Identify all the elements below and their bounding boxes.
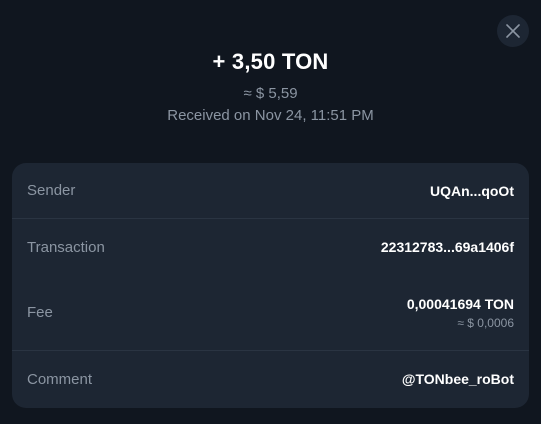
sender-label: Sender (27, 182, 76, 199)
transaction-header: + 3,50 TON ≈ $ 5,59 Received on Nov 24, … (0, 47, 541, 126)
close-button[interactable] (497, 15, 529, 47)
fee-fiat: ≈ $ 0,0006 (457, 315, 514, 330)
fee-values: 0,00041694 TON ≈ $ 0,0006 (407, 296, 514, 330)
sender-address[interactable]: UQAn...qoOt (430, 183, 514, 199)
transaction-label: Transaction (27, 238, 105, 256)
transaction-hash[interactable]: 22312783...69a1406f (381, 239, 514, 255)
fee-row: Fee 0,00041694 TON ≈ $ 0,0006 (12, 275, 529, 351)
close-icon (506, 24, 520, 38)
fee-label: Fee (27, 304, 53, 321)
transaction-details-modal: + 3,50 TON ≈ $ 5,59 Received on Nov 24, … (0, 0, 541, 424)
fiat-amount: ≈ $ 5,59 (243, 85, 298, 102)
sender-row[interactable]: Sender UQAn...qoOt (12, 163, 529, 219)
details-card: Sender UQAn...qoOt Transaction 22312783.… (12, 163, 529, 408)
comment-label: Comment (27, 370, 93, 388)
fee-amount: 0,00041694 TON (406, 295, 514, 312)
received-date: Received on Nov 24, 11:51 PM (167, 107, 374, 124)
comment-text: @TONbee_roBot (401, 371, 514, 387)
comment-row: Comment @TONbee_roBot (12, 351, 529, 407)
amount: + 3,50 TON (212, 49, 329, 74)
transaction-row[interactable]: Transaction 22312783...69a1406f (12, 219, 529, 275)
